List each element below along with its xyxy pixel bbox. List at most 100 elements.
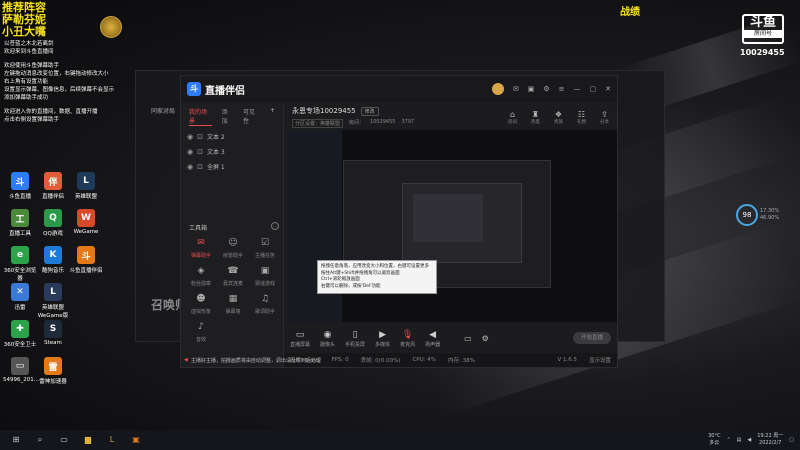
toolbox-item[interactable]: ♫ 歌词助手: [249, 293, 281, 315]
toolbox-item[interactable]: ▦ 弹幕墙: [217, 293, 249, 315]
windows-start-icon[interactable]: ⊞: [8, 433, 24, 447]
more-icon[interactable]: …: [271, 222, 279, 230]
desktop-icon[interactable]: S Steam: [36, 320, 70, 346]
desktop-icon[interactable]: ✚ 360安全卫士: [3, 320, 37, 348]
network-icon[interactable]: ▤: [737, 437, 742, 443]
app-icon: [77, 283, 95, 301]
toolbox-item[interactable]: ☎ 嘉宾连麦: [217, 265, 249, 287]
desktop-icon[interactable]: L 英雄联盟: [69, 172, 103, 200]
game-client-tab[interactable]: 同家对局: [151, 106, 175, 115]
search-icon[interactable]: ⌕: [32, 433, 48, 447]
desktop-icon-label: WeGame: [73, 229, 99, 235]
start-stream-button[interactable]: 开始直播: [573, 332, 611, 344]
toolbox-item[interactable]: ✉ 弹幕助手: [185, 237, 217, 259]
streaming-companion-window[interactable]: 斗 直播伴侣 ✉ ▣ ⚙ ≡ — ▢ ✕ 我的场景 添加 可见性 + ◉ ⊡ 文…: [180, 75, 618, 368]
source-item[interactable]: ◉ ⊡ 全屏 1: [181, 159, 283, 174]
stream-preview[interactable]: 拖拽任意角落，应用改变大小和位置，右键可设置更多 按住Alt键+Shift并拖拽…: [287, 130, 617, 322]
toolbox-item[interactable]: ▣ 猜谜游戏: [249, 265, 281, 287]
control-button[interactable]: 🎙 麦克风: [400, 329, 415, 348]
lock-icon[interactable]: ⊡: [197, 148, 203, 156]
source-item[interactable]: ◉ ⊡ 文本 2: [181, 129, 283, 144]
tool-icon: ☑: [260, 238, 270, 248]
toolbox-item[interactable]: ☻ 虚拟形象: [185, 293, 217, 315]
room-info-bar: 永恩专场10029455 修改 分区设置：英雄联盟 房间： 10029455 3…: [284, 102, 617, 128]
add-scene-icon[interactable]: +: [270, 107, 275, 126]
maximize-icon[interactable]: ▢: [590, 85, 597, 93]
toolbox-item[interactable]: ☺ 房管助手: [217, 237, 249, 259]
fans-count: 3797: [401, 119, 415, 125]
room-action-label: 热度: [531, 120, 540, 125]
tab-visibility[interactable]: 可见性: [243, 107, 260, 126]
app-icon: 斗: [77, 246, 95, 264]
minimize-icon[interactable]: —: [574, 85, 581, 93]
control-button[interactable]: ▭ 直播屏幕: [290, 329, 310, 348]
tool-label: 弹幕墙: [225, 309, 241, 315]
room-id: 10029455: [370, 119, 396, 125]
volume-icon[interactable]: ◀: [747, 437, 751, 443]
desktop-icon[interactable]: 工直播工具: [3, 209, 37, 237]
clock-weekday: 周一: [773, 433, 784, 439]
control-button[interactable]: ▯ 手机投屏: [345, 329, 365, 348]
settings-icon[interactable]: ⚙: [482, 334, 489, 343]
app-icon: 工: [11, 209, 29, 227]
mail-icon[interactable]: ✉: [513, 85, 519, 93]
edit-title-button[interactable]: 修改: [360, 106, 379, 116]
desktop-icon[interactable]: 斗斗鱼直播: [3, 172, 37, 200]
desktop-icon: [69, 320, 103, 340]
app-icon: ✚: [11, 320, 29, 338]
eye-icon[interactable]: ◉: [187, 148, 193, 156]
desktop-icon[interactable]: K 酷狗音乐: [36, 246, 70, 274]
tray-arrow-icon[interactable]: ⌃: [726, 437, 730, 443]
weather[interactable]: 30°C 多云: [708, 433, 720, 447]
avatar[interactable]: [491, 83, 504, 95]
folder-icon[interactable]: ▆: [80, 433, 96, 447]
room-action[interactable]: ❖ 贵族: [554, 110, 563, 125]
control-button[interactable]: ◀ 扬声器: [425, 329, 440, 348]
desktop-icon[interactable]: ▭ 54996_201...: [3, 357, 39, 383]
notification-icon[interactable]: ▢: [789, 437, 794, 443]
league-taskbar-icon[interactable]: L: [104, 433, 120, 447]
chat-line: 设置显示弹幕、图像信息，后续弹幕不会显示: [4, 87, 115, 93]
weather-desc: 多云: [709, 440, 720, 446]
source-item[interactable]: ◉ ⊡ 文本 3: [181, 144, 283, 159]
tool-label: 主播任务: [254, 253, 275, 259]
room-action[interactable]: ♜ 热度: [531, 110, 540, 125]
toolbox-item[interactable]: ☑ 主播任务: [249, 237, 281, 259]
category-tag[interactable]: 分区设置：英雄联盟: [292, 119, 344, 128]
desktop-icon[interactable]: W WeGame: [69, 209, 103, 235]
tab-add[interactable]: 添加: [222, 107, 233, 126]
desktop-icon[interactable]: 伴直播伴侣: [36, 172, 70, 200]
record-icon[interactable]: ▭: [464, 334, 472, 343]
eye-icon[interactable]: ◉: [187, 133, 193, 141]
lock-icon[interactable]: ⊡: [197, 133, 203, 141]
task-view-icon[interactable]: ▭: [56, 433, 72, 447]
room-action-icon: ❖: [554, 110, 563, 119]
room-action[interactable]: ⌂ 房间: [508, 110, 517, 125]
desktop-icon[interactable]: Q QQ游戏: [36, 209, 70, 237]
room-action[interactable]: ☷ 礼物: [577, 110, 586, 125]
control-button[interactable]: ▶ 多媒体: [375, 329, 390, 348]
desktop-icon[interactable]: ✕ 迅雷: [3, 283, 37, 311]
settings-icon[interactable]: ⚙: [543, 85, 549, 93]
toolbox-item[interactable]: ♪ 音效: [185, 321, 217, 343]
meter-readout: 17.30% 46.90%: [760, 208, 779, 222]
gift-icon[interactable]: ▣: [528, 85, 535, 93]
close-icon[interactable]: ✕: [605, 85, 611, 93]
lock-icon[interactable]: ⊡: [197, 163, 203, 171]
performance-meter[interactable]: 98: [736, 204, 758, 226]
scene-panel: 我的场景 添加 可见性 + ◉ ⊡ 文本 2 ◉ ⊡ 文本 3 ◉ ⊡ 全屏 1…: [181, 102, 284, 367]
room-action-label: 礼物: [577, 120, 586, 125]
desktop-icon[interactable]: L 英雄联盟WeGame版: [36, 283, 70, 319]
menu-icon[interactable]: ≡: [559, 85, 565, 93]
control-button[interactable]: ◉ 摄像头: [320, 329, 335, 348]
tab-my-scene[interactable]: 我的场景: [189, 107, 212, 126]
eye-icon[interactable]: ◉: [187, 163, 193, 171]
desktop-icon[interactable]: 斗斗鱼直播伴侣: [69, 246, 103, 274]
companion-taskbar-icon[interactable]: ▣: [128, 433, 144, 447]
display-settings-link[interactable]: 显示设置: [589, 356, 611, 364]
toolbox-item[interactable]: ◈ 粉丝勋章: [185, 265, 217, 287]
desktop-icon[interactable]: 雷雷神加速器: [36, 357, 70, 385]
room-action[interactable]: ⇪ 分享: [600, 110, 609, 125]
clock[interactable]: 19:22 周一 2022/2/7: [757, 433, 783, 447]
desktop-icon[interactable]: e 360安全浏览器: [3, 246, 37, 282]
